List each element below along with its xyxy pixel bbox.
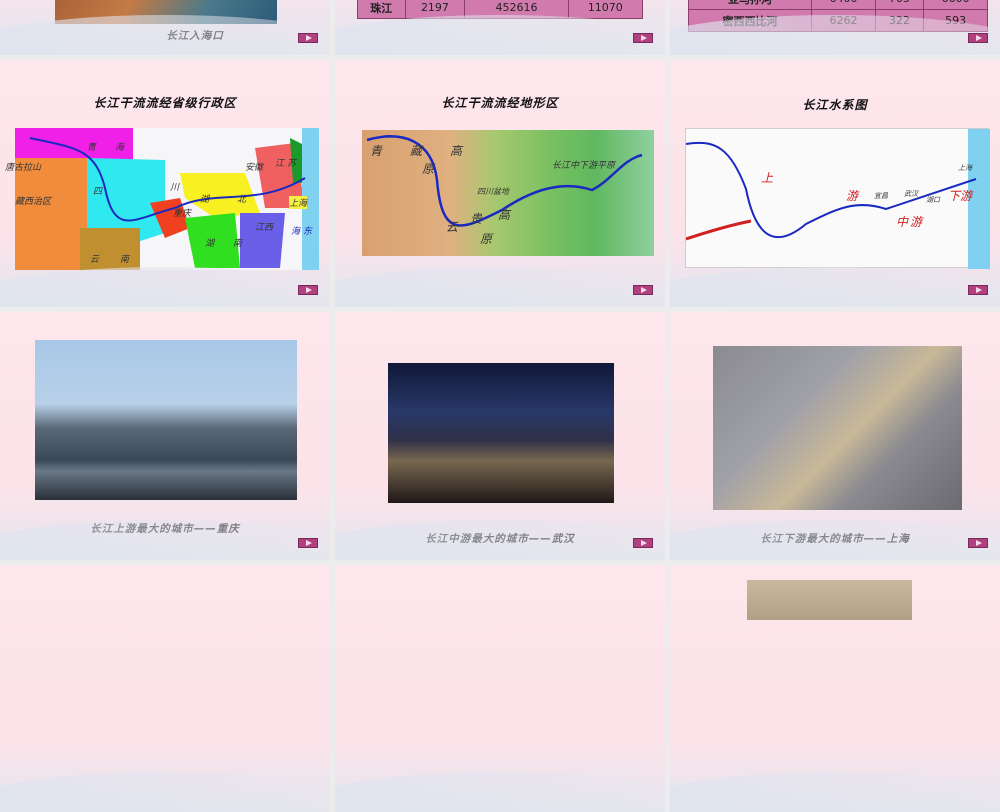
table-cell: 6400 bbox=[811, 0, 876, 10]
map-shapes bbox=[15, 128, 319, 270]
map-label: 游 bbox=[960, 189, 973, 203]
map-label: 唐古拉山 bbox=[5, 163, 42, 173]
map-label: 南 bbox=[233, 239, 243, 249]
slide-thumbnail[interactable]: 长江干流流经省级行政区 唐古拉山 藏西治区 青 海 四 川 重庆 湖 北 安徽 … bbox=[0, 60, 330, 307]
table-cell: 322 bbox=[874, 9, 925, 32]
river-table: 长江6300180719931060 珠江219745261611070 bbox=[357, 0, 644, 19]
map-label: 湖 bbox=[205, 239, 215, 249]
map-label: 中 bbox=[896, 215, 909, 229]
slide-thumbnail[interactable]: 长江上游最大的城市——重庆 bbox=[0, 312, 330, 560]
map-label: 藏 bbox=[410, 144, 423, 158]
map-label: 云 bbox=[90, 255, 100, 265]
shanghai-photo bbox=[713, 346, 962, 510]
slide-thumbnail[interactable]: 长江6300180719931060 珠江219745261611070 bbox=[335, 0, 665, 55]
river-lines bbox=[685, 129, 990, 269]
river-table: 亚马孙河64007056600 密西西比河6262322593 bbox=[687, 0, 988, 32]
map-label: 江 bbox=[275, 159, 285, 169]
map-label: 武汉 bbox=[904, 190, 918, 198]
slide-thumbnail[interactable] bbox=[670, 565, 1000, 812]
table-cell: 2197 bbox=[404, 0, 466, 19]
map-label: 藏西治区 bbox=[15, 197, 52, 207]
map-label: 东 bbox=[303, 227, 313, 237]
slide-title: 长江干流流经省级行政区 bbox=[93, 96, 237, 110]
slide-thumbnail[interactable] bbox=[335, 565, 665, 812]
map-label: 贵 bbox=[470, 212, 483, 226]
slide-title: 长江水系图 bbox=[802, 98, 868, 112]
slide-thumbnail[interactable]: 长江入海口 bbox=[0, 0, 330, 55]
slide-thumbnail[interactable]: 长江水系图 上 游 中 游 下 游 宜昌 武汉 湖口 上海 bbox=[670, 60, 1000, 307]
map-label: 湖口 bbox=[926, 196, 940, 204]
map-label: 北 bbox=[237, 195, 247, 205]
map-label: 上海 bbox=[958, 164, 972, 172]
slide-title: 长江干流流经地形区 bbox=[441, 96, 559, 110]
slide-thumbnail[interactable]: 长江干流流经地形区 青 藏 高 原 四川盆地 云 贵 高 原 长江中下游平原 bbox=[335, 60, 665, 307]
chongqing-photo bbox=[35, 340, 297, 500]
map-label: 原 bbox=[480, 232, 493, 246]
table-cell: 11070 bbox=[567, 0, 644, 19]
map-label: 上海 bbox=[289, 196, 308, 209]
slide-photo bbox=[747, 580, 912, 620]
table-cell: 6262 bbox=[811, 9, 876, 32]
play-icon[interactable] bbox=[968, 538, 988, 548]
play-icon[interactable] bbox=[633, 538, 653, 548]
map-label: 海 bbox=[115, 143, 125, 153]
table-cell: 593 bbox=[923, 9, 988, 32]
map-label: 海 bbox=[291, 227, 301, 237]
table-cell: 密西西比河 bbox=[687, 9, 813, 32]
table-cell: 亚马孙河 bbox=[687, 0, 813, 10]
play-icon[interactable] bbox=[633, 33, 653, 43]
play-icon[interactable] bbox=[298, 33, 318, 43]
play-icon[interactable] bbox=[968, 33, 988, 43]
slide-caption: 长江中游最大的城市——武汉 bbox=[425, 533, 575, 545]
map-label: 上 bbox=[761, 171, 774, 185]
map-label: 云 bbox=[446, 220, 459, 234]
play-icon[interactable] bbox=[633, 285, 653, 295]
slide-thumbnail[interactable]: 长江下游最大的城市——上海 bbox=[670, 312, 1000, 560]
estuary-image bbox=[55, 0, 277, 24]
table-row: 亚马孙河64007056600 bbox=[687, 0, 988, 10]
table-cell: 6600 bbox=[923, 0, 988, 10]
map-label: 苏 bbox=[287, 159, 297, 169]
wuhan-photo bbox=[388, 363, 614, 503]
table-row: 珠江 2197 452616 11070 bbox=[357, 0, 644, 19]
slide-thumbnail[interactable]: 长江中游最大的城市——武汉 bbox=[335, 312, 665, 560]
slide-thumbnail[interactable] bbox=[0, 565, 330, 812]
play-icon[interactable] bbox=[298, 538, 318, 548]
map-label: 南 bbox=[120, 255, 130, 265]
slide-caption: 长江下游最大的城市——上海 bbox=[760, 533, 910, 545]
play-icon[interactable] bbox=[298, 285, 318, 295]
map-label: 重庆 bbox=[173, 209, 192, 219]
slide-caption: 长江入海口 bbox=[166, 30, 224, 42]
map-label: 青 bbox=[87, 143, 97, 153]
map-label: 原 bbox=[422, 162, 435, 176]
terrain-map: 青 藏 高 原 四川盆地 云 贵 高 原 长江中下游平原 bbox=[362, 130, 654, 256]
slide-caption: 长江上游最大的城市——重庆 bbox=[90, 523, 240, 535]
map-label: 四川盆地 bbox=[477, 187, 509, 196]
table-cell: 705 bbox=[874, 0, 925, 10]
map-label: 江西 bbox=[255, 223, 274, 233]
map-label: 宜昌 bbox=[874, 192, 888, 200]
map-label: 长江中下游平原 bbox=[552, 161, 616, 171]
table-cell: 452616 bbox=[464, 0, 569, 19]
table-row: 密西西比河 6262 322 593 bbox=[687, 9, 988, 32]
map-label: 四 bbox=[93, 187, 103, 197]
map-label: 下 bbox=[948, 189, 961, 203]
slide-thumbnail[interactable]: 亚马孙河64007056600 密西西比河6262322593 bbox=[670, 0, 1000, 55]
map-label: 高 bbox=[498, 208, 511, 222]
map-label: 游 bbox=[846, 189, 859, 203]
play-icon[interactable] bbox=[968, 285, 988, 295]
map-label: 游 bbox=[910, 215, 923, 229]
map-label: 安徽 bbox=[245, 163, 264, 173]
map-label: 川 bbox=[170, 183, 180, 193]
table-cell: 珠江 bbox=[357, 0, 406, 19]
map-label: 高 bbox=[450, 144, 463, 158]
map-label: 湖 bbox=[200, 195, 210, 205]
map-label: 青 bbox=[370, 144, 383, 158]
river-system-map: 上 游 中 游 下 游 宜昌 武汉 湖口 上海 bbox=[685, 128, 990, 269]
province-map: 唐古拉山 藏西治区 青 海 四 川 重庆 湖 北 安徽 江 苏 上海 东 海 湖… bbox=[5, 128, 319, 270]
